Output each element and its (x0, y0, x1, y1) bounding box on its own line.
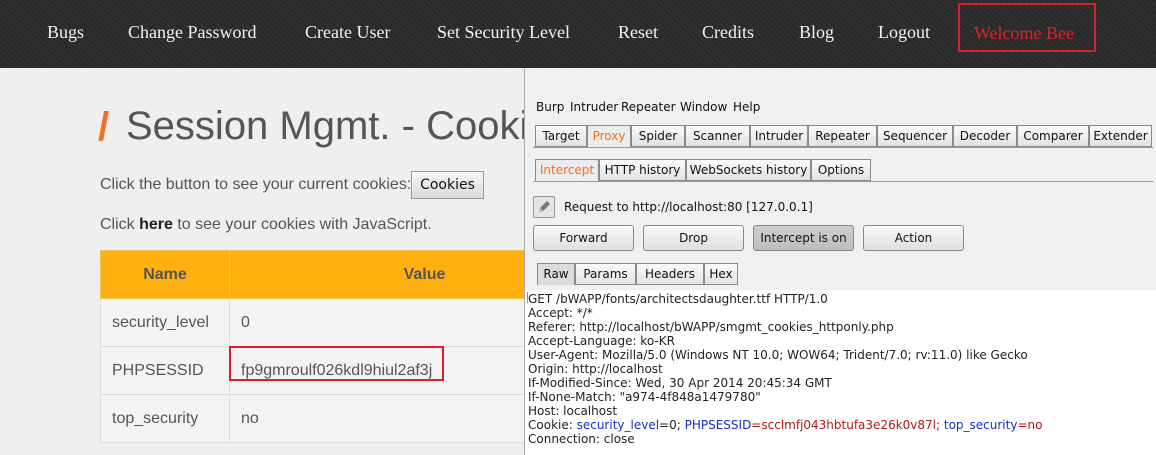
nav-bugs[interactable]: Bugs (47, 22, 84, 43)
header-line: Accept-Language: ko-KR (528, 334, 675, 348)
tab-intercept[interactable]: Intercept (535, 159, 599, 181)
column-header-name: Name (100, 250, 230, 299)
proxy-tabs-divider (533, 181, 1153, 182)
cookie-name: security_level (100, 298, 230, 347)
cookie-name: PHPSESSID (100, 346, 230, 395)
tab-spider[interactable]: Spider (631, 125, 685, 147)
tab-options[interactable]: Options (811, 159, 871, 181)
tab-headers[interactable]: Headers (636, 263, 704, 285)
cookie-name: top_security (100, 394, 230, 443)
top-nav: Bugs Change Password Create User Set Sec… (0, 0, 1156, 68)
edit-pencil-icon[interactable] (533, 196, 555, 218)
cookie-header-line: Cookie: security_level=0; PHPSESSID=sccl… (528, 418, 1042, 432)
tab-extender[interactable]: Extender (1089, 125, 1152, 147)
tab-http-history[interactable]: HTTP history (599, 159, 686, 181)
cookie-val: =scclmfj043hbtufa3e26k0v87l; (751, 418, 944, 432)
header-line: Connection: close (528, 432, 635, 446)
tab-repeater[interactable]: Repeater (808, 125, 877, 147)
intercept-toggle-button[interactable]: Intercept is on (753, 225, 854, 251)
cookie-val: =no (1017, 418, 1043, 432)
tab-raw[interactable]: Raw (537, 263, 575, 285)
header-line: User-Agent: Mozilla/5.0 (Windows NT 10.0… (528, 348, 1028, 362)
tab-target[interactable]: Target (535, 125, 587, 147)
cookie-prefix: Cookie: (528, 418, 577, 432)
nav-credits[interactable]: Credits (702, 22, 754, 43)
header-line: Referer: http://localhost/bWAPP/smgmt_co… (528, 320, 894, 334)
nav-welcome[interactable]: Welcome Bee (974, 23, 1074, 44)
javascript-instruction-prefix: Click (100, 216, 140, 233)
header-line: Origin: http://localhost (528, 362, 663, 376)
nav-create-user[interactable]: Create User (305, 22, 390, 43)
request-line: GET /bWAPP/fonts/architectsdaughter.ttf … (528, 292, 828, 306)
javascript-instruction: Click here to see your cookies with Java… (100, 216, 432, 234)
nav-set-security-level[interactable]: Set Security Level (437, 22, 570, 43)
header-line: If-Modified-Since: Wed, 30 Apr 2014 20:4… (528, 376, 832, 390)
tab-hex[interactable]: Hex (704, 263, 738, 285)
tab-scanner[interactable]: Scanner (685, 125, 750, 147)
cookies-instruction: Click the button to see your current coo… (100, 176, 412, 193)
cookie-key: top_security (943, 418, 1018, 432)
menu-help[interactable]: Help (733, 100, 760, 114)
title-slash: / (98, 105, 110, 149)
cookie-key: security_level (576, 418, 660, 432)
cookies-button[interactable]: Cookies (411, 171, 484, 199)
tool-tabs-divider (533, 147, 1153, 148)
here-link[interactable]: here (139, 216, 173, 233)
nav-blog[interactable]: Blog (799, 22, 834, 43)
menu-window[interactable]: Window (680, 100, 727, 114)
header-line: Accept: */* (528, 306, 593, 320)
tab-params[interactable]: Params (575, 263, 636, 285)
menu-intruder[interactable]: Intruder (570, 100, 618, 114)
nav-change-password[interactable]: Change Password (128, 22, 257, 43)
tab-intruder[interactable]: Intruder (750, 125, 808, 147)
header-line: Host: localhost (528, 404, 618, 418)
session-id-highlight-box (229, 346, 444, 381)
cookie-val: =0; (659, 418, 685, 432)
tab-proxy[interactable]: Proxy (587, 125, 631, 147)
welcome-highlight-box: Welcome Bee (958, 3, 1096, 52)
burp-window: Burp Intruder Repeater Window Help Targe… (524, 68, 1156, 455)
tab-sequencer[interactable]: Sequencer (877, 125, 953, 147)
action-button[interactable]: Action (863, 225, 964, 251)
tab-websockets-history[interactable]: WebSockets history (686, 159, 811, 181)
nav-reset[interactable]: Reset (618, 22, 658, 43)
tab-comparer[interactable]: Comparer (1017, 125, 1089, 147)
drop-button[interactable]: Drop (643, 225, 744, 251)
menu-repeater[interactable]: Repeater (621, 100, 676, 114)
nav-logout[interactable]: Logout (878, 22, 930, 43)
tab-decoder[interactable]: Decoder (953, 125, 1017, 147)
page-title: Session Mgmt. - Cooki (126, 104, 529, 148)
header-line: If-None-Match: "a974-4f848a1479780" (528, 390, 761, 404)
forward-button[interactable]: Forward (533, 225, 634, 251)
javascript-instruction-suffix: to see your cookies with JavaScript. (172, 216, 432, 233)
cookie-key: PHPSESSID (684, 418, 752, 432)
menu-burp[interactable]: Burp (536, 100, 564, 114)
raw-request-editor[interactable]: GET /bWAPP/fonts/architectsdaughter.ttf … (525, 290, 1156, 455)
request-target-label: Request to http://localhost:80 [127.0.0.… (564, 200, 813, 214)
